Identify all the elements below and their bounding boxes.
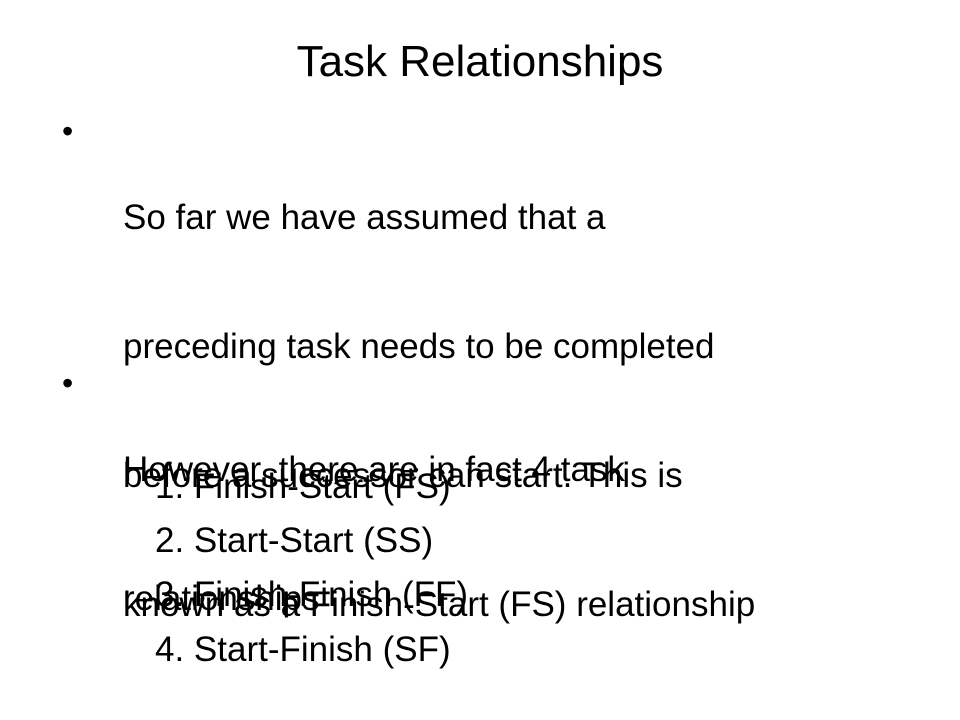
bullet-line: So far we have assumed that a xyxy=(123,198,606,237)
bullet-dot: • xyxy=(62,365,74,401)
relationship-item: 3. Finish-Finish (FF) xyxy=(155,575,469,614)
bullet-dot: • xyxy=(62,113,74,149)
slide: Task Relationships • So far we have assu… xyxy=(0,0,960,720)
relationship-item: 4. Start-Finish (SF) xyxy=(155,630,451,669)
relationship-item: 2. Start-Start (SS) xyxy=(155,521,434,560)
relationship-item: 1. Finish-Start (FS) xyxy=(155,467,451,506)
slide-title: Task Relationships xyxy=(296,37,664,86)
